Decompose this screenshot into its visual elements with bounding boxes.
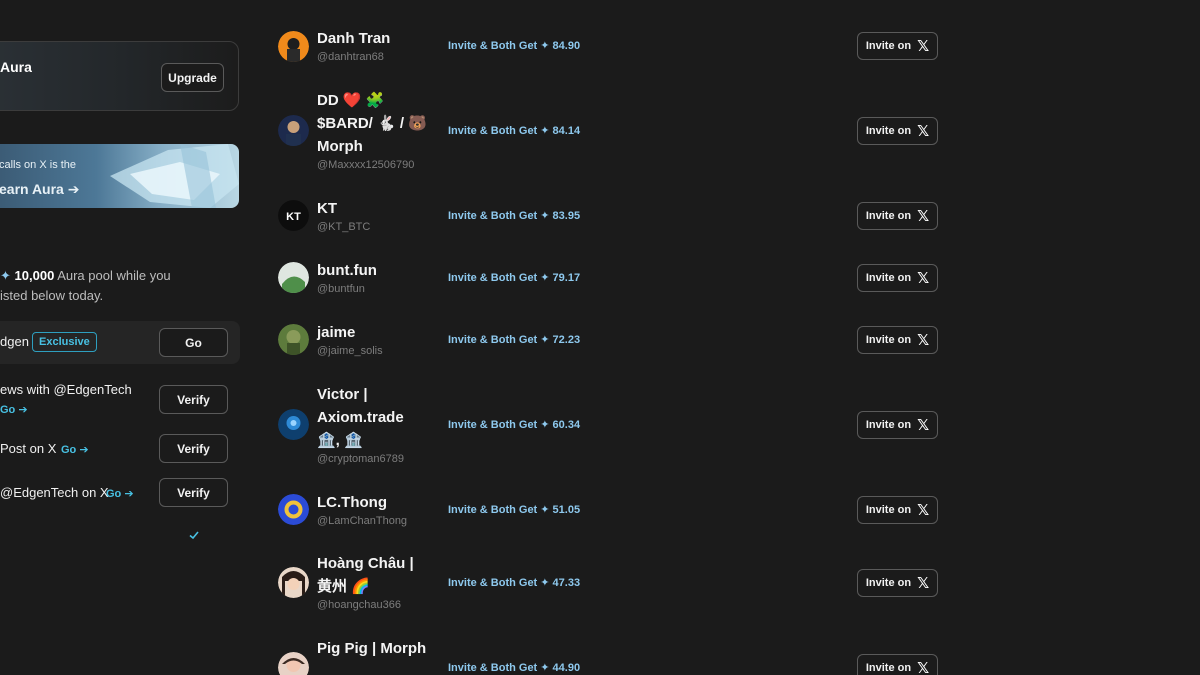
go-link[interactable]: Go ➔ <box>106 487 134 500</box>
invite-label: Invite on <box>865 125 912 137</box>
reward-text: Invite & Both Get ✦ 79.17 <box>448 272 581 284</box>
pool-description: ✦ 10,000 Aura pool while you isted below… <box>0 266 240 306</box>
invite-on-x-button[interactable]: Invite on 𝕏 <box>857 326 938 354</box>
upgrade-button[interactable]: Upgrade <box>161 63 224 92</box>
task-label: ews with @EdgenTech <box>0 382 132 397</box>
invite-label: Invite on <box>865 210 912 222</box>
user-handle: @danhtran68 <box>317 51 384 63</box>
aura-card: Aura Upgrade <box>0 41 239 111</box>
pool-text-line1: Aura pool while you <box>54 268 171 283</box>
x-icon: 𝕏 <box>917 502 930 519</box>
verify-button[interactable]: Verify <box>159 478 228 507</box>
user-name: KT <box>317 200 337 217</box>
user-name: Pig Pig | Morph <box>317 640 427 657</box>
reward-text: Invite & Both Get ✦ 83.95 <box>448 210 581 222</box>
user-handle: @buntfun <box>317 283 365 295</box>
verify-button[interactable]: Verify <box>159 385 228 414</box>
invite-label: Invite on <box>865 272 912 284</box>
avatar <box>278 324 309 355</box>
reward-text: Invite & Both Get ✦ 72.23 <box>448 334 581 346</box>
reward-text: Invite & Both Get ✦ 51.05 <box>448 504 581 516</box>
reward-text: Invite & Both Get ✦ 84.90 <box>448 40 581 52</box>
exclusive-badge: Exclusive <box>32 332 97 352</box>
user-name: bunt.fun <box>317 262 377 279</box>
go-link[interactable]: Go ➔ <box>61 443 89 456</box>
invite-on-x-button[interactable]: Invite on 𝕏 <box>857 496 938 524</box>
invite-list: Danh Tran @danhtran68 Invite & Both Get … <box>278 0 938 675</box>
x-icon: 𝕏 <box>917 660 930 675</box>
x-icon: 𝕏 <box>917 123 930 140</box>
invite-label: Invite on <box>865 334 912 346</box>
user-handle: @hoangchau366 <box>317 599 401 611</box>
x-icon: 𝕏 <box>917 575 930 592</box>
user-name: LC.Thong <box>317 494 387 511</box>
user-name: jaime <box>317 324 356 341</box>
task-label: dgen <box>0 334 29 349</box>
promo-banner[interactable]: calls on X is the earn Aura ➔ <box>0 144 239 208</box>
reward-text: Invite & Both Get ✦ 60.34 <box>448 419 581 431</box>
reward-text: Invite & Both Get ✦ 44.90 <box>448 662 581 674</box>
star-icon: ✦ <box>0 268 11 283</box>
svg-text:KT: KT <box>286 211 301 223</box>
invite-label: Invite on <box>865 662 912 674</box>
user-name: DD ❤️ 🧩 $BARD/ 🐇 / 🐻 Morph <box>317 92 427 155</box>
avatar <box>278 31 309 62</box>
verify-button[interactable]: Verify <box>159 434 228 463</box>
go-button[interactable]: Go <box>159 328 228 357</box>
user-handle: @cryptoman6789 <box>317 453 404 465</box>
task-label: Post on X <box>0 441 57 456</box>
x-icon: 𝕏 <box>917 332 930 349</box>
invite-on-x-button[interactable]: Invite on 𝕏 <box>857 264 938 292</box>
reward-text: Invite & Both Get ✦ 84.14 <box>448 125 581 137</box>
user-handle: @jaime_solis <box>317 345 383 357</box>
x-icon: 𝕏 <box>917 208 930 225</box>
user-name: Hoàng Châu | 黄州 🌈 <box>317 555 414 595</box>
invite-label: Invite on <box>865 504 912 516</box>
invite-on-x-button[interactable]: Invite on 𝕏 <box>857 32 938 60</box>
invite-on-x-button[interactable]: Invite on 𝕏 <box>857 569 938 597</box>
task-sidebar: Aura Upgrade calls on X is the earn Aura… <box>0 0 250 675</box>
check-icon <box>189 531 199 540</box>
invite-on-x-button[interactable]: Invite on 𝕏 <box>857 654 938 675</box>
user-name: Danh Tran <box>317 30 391 47</box>
user-name: Victor | Axiom.trade 🏦, 🏦 <box>317 386 404 449</box>
x-icon: 𝕏 <box>917 38 930 55</box>
invite-label: Invite on <box>865 40 912 52</box>
aura-card-title: Aura <box>0 59 32 75</box>
banner-text: calls on X is the <box>0 159 77 171</box>
invite-on-x-button[interactable]: Invite on 𝕏 <box>857 411 938 439</box>
task-label: @EdgenTech on X <box>0 485 109 500</box>
avatar: KT <box>278 200 309 231</box>
reward-text: Invite & Both Get ✦ 47.33 <box>448 577 581 589</box>
avatar <box>278 494 309 525</box>
avatar <box>278 567 309 598</box>
avatar <box>278 652 309 675</box>
invite-label: Invite on <box>865 577 912 589</box>
avatar <box>278 262 309 293</box>
invite-label: Invite on <box>865 419 912 431</box>
x-icon: 𝕏 <box>917 417 930 434</box>
user-handle: @Maxxxx12506790 <box>317 159 415 171</box>
invite-on-x-button[interactable]: Invite on 𝕏 <box>857 202 938 230</box>
pool-amount: 10,000 <box>14 268 55 283</box>
pool-text-line2: isted below today. <box>0 288 104 303</box>
invite-on-x-button[interactable]: Invite on 𝕏 <box>857 117 938 145</box>
x-icon: 𝕏 <box>917 270 930 287</box>
avatar <box>278 409 309 440</box>
user-handle: @LamChanThong <box>317 515 408 527</box>
banner-link[interactable]: earn Aura ➔ <box>0 181 79 198</box>
avatar <box>278 115 309 146</box>
user-handle: @KT_BTC <box>317 221 371 233</box>
go-link[interactable]: Go ➔ <box>0 403 28 416</box>
crystal-graphic <box>110 144 239 208</box>
